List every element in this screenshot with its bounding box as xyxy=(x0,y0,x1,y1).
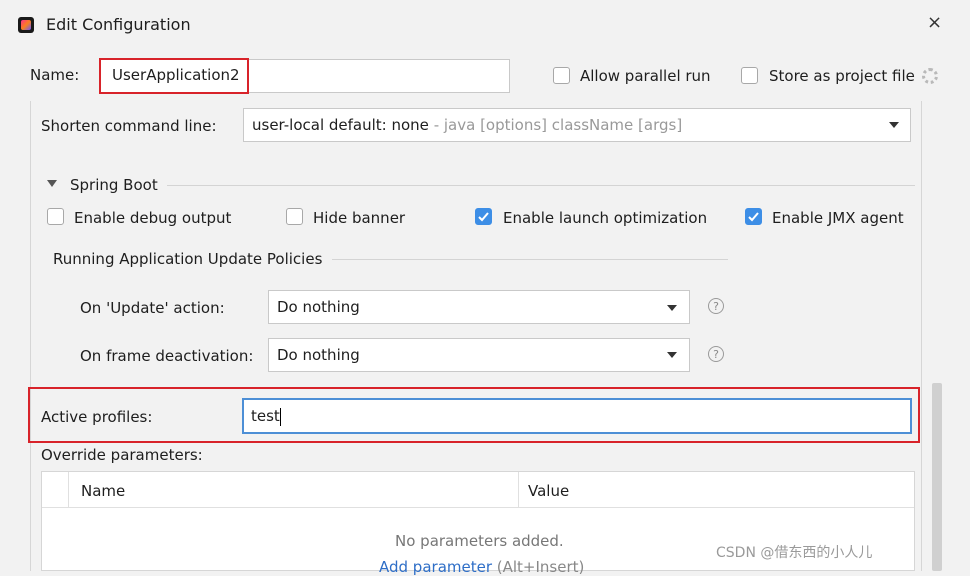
panel-right-border xyxy=(921,101,922,571)
jmx-agent-checkbox[interactable] xyxy=(745,208,762,225)
enable-debug-checkbox[interactable] xyxy=(47,208,64,225)
table-header-row xyxy=(42,472,914,508)
add-parameter-shortcut: (Alt+Insert) xyxy=(492,558,585,576)
enable-debug-label: Enable debug output xyxy=(74,209,232,227)
store-project-checkbox[interactable] xyxy=(741,67,758,84)
gear-icon[interactable] xyxy=(922,68,938,84)
active-profiles-label: Active profiles: xyxy=(41,408,153,426)
policies-label: Running Application Update Policies xyxy=(53,250,323,268)
allow-parallel-label: Allow parallel run xyxy=(580,67,711,85)
frame-deactivation-value: Do nothing xyxy=(277,346,360,364)
shorten-select[interactable]: user-local default: none - java [options… xyxy=(243,108,911,142)
active-profiles-value: test xyxy=(251,407,280,425)
launch-optimization-checkbox[interactable] xyxy=(475,208,492,225)
panel-left-border xyxy=(30,101,31,571)
allow-parallel-checkbox[interactable] xyxy=(553,67,570,84)
value-column-header[interactable]: Value xyxy=(528,482,569,500)
policies-separator xyxy=(332,259,728,260)
chevron-down-icon xyxy=(667,352,677,358)
empty-table-text: No parameters added. xyxy=(395,532,564,550)
help-icon[interactable]: ? xyxy=(708,298,724,314)
frame-deactivation-label: On frame deactivation: xyxy=(80,347,254,365)
watermark: CSDN @借东西的小人儿 xyxy=(716,545,873,561)
update-action-value: Do nothing xyxy=(277,298,360,316)
name-column-header[interactable]: Name xyxy=(81,482,125,500)
scrollbar-thumb[interactable] xyxy=(932,383,942,571)
override-label: Override parameters: xyxy=(41,446,203,464)
help-icon[interactable]: ? xyxy=(708,346,724,362)
active-profiles-input[interactable]: test xyxy=(242,398,912,434)
spring-boot-separator xyxy=(167,185,915,186)
shorten-hint: - java [options] className [args] xyxy=(428,116,683,134)
launch-optimization-label: Enable launch optimization xyxy=(503,209,708,227)
column-divider xyxy=(518,472,519,508)
shorten-label: Shorten command line: xyxy=(41,117,217,135)
add-parameter-link[interactable]: Add parameter xyxy=(379,558,492,576)
intellij-app-icon xyxy=(18,17,34,33)
update-action-label: On 'Update' action: xyxy=(80,299,225,317)
column-divider xyxy=(68,472,69,508)
jmx-agent-label: Enable JMX agent xyxy=(772,209,904,227)
store-project-label: Store as project file xyxy=(769,67,915,85)
name-label: Name: xyxy=(30,66,80,84)
chevron-down-icon xyxy=(889,122,899,128)
name-value: UserApplication2 xyxy=(112,66,240,84)
collapse-triangle-icon[interactable] xyxy=(47,180,57,187)
close-icon[interactable]: × xyxy=(927,12,942,33)
frame-deactivation-select[interactable]: Do nothing xyxy=(268,338,690,372)
shorten-value: user-local default: none xyxy=(252,116,429,134)
spring-boot-label: Spring Boot xyxy=(70,176,158,194)
chevron-down-icon xyxy=(667,305,677,311)
hide-banner-checkbox[interactable] xyxy=(286,208,303,225)
hide-banner-label: Hide banner xyxy=(313,209,406,227)
update-action-select[interactable]: Do nothing xyxy=(268,290,690,324)
dialog-title: Edit Configuration xyxy=(46,15,191,34)
text-cursor xyxy=(279,407,281,426)
